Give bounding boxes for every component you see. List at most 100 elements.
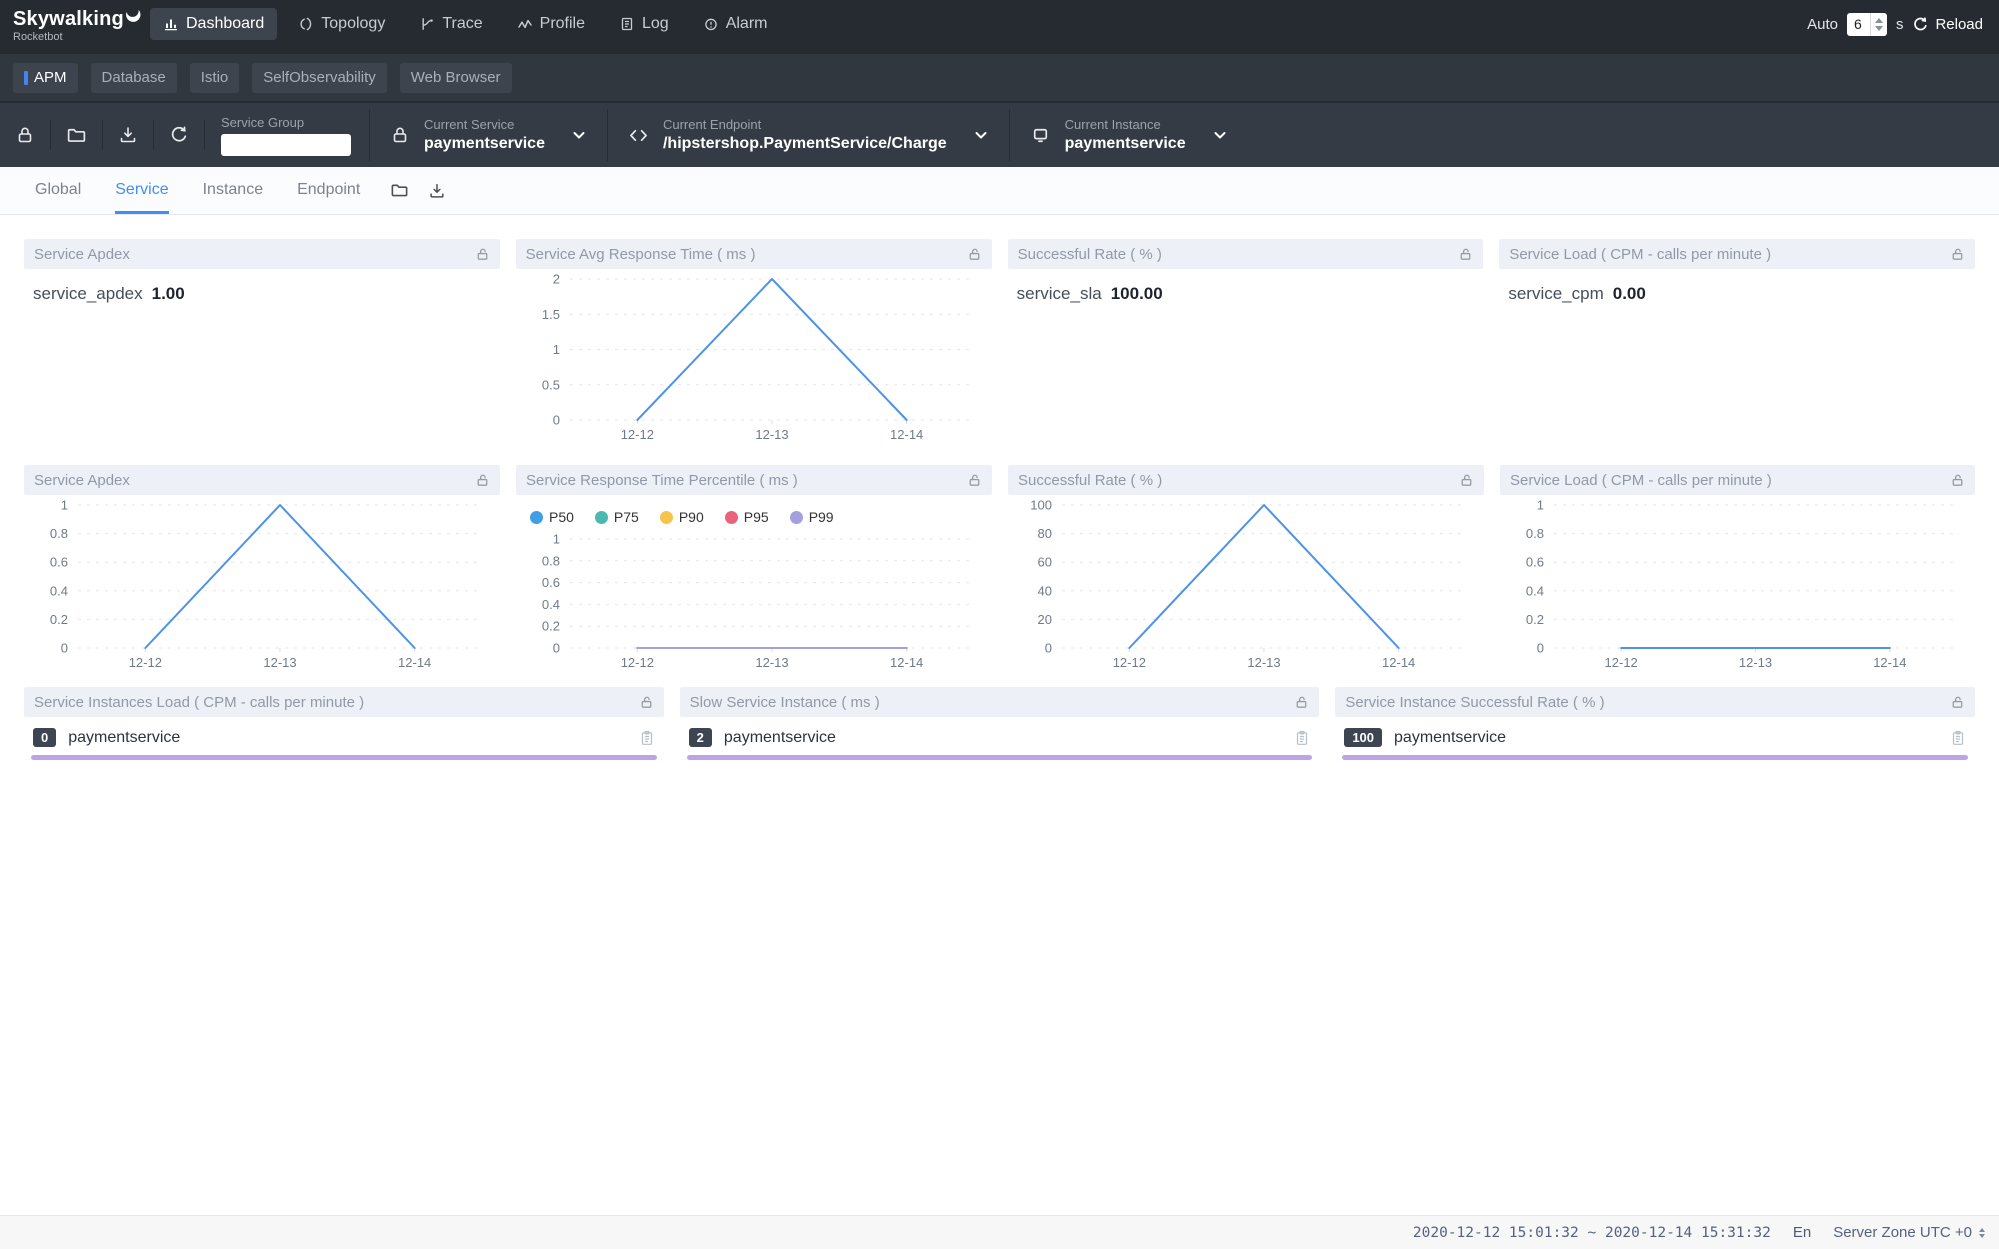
group-tab-selfobservability[interactable]: SelfObservability <box>252 63 387 93</box>
lock-icon[interactable] <box>475 473 490 488</box>
percentile-legend: P50 P75 P90 P95 P99 <box>516 495 992 529</box>
lock-icon[interactable] <box>639 695 654 710</box>
lock-icon <box>15 125 35 145</box>
card-service-load-chart: Service Load ( CPM - calls per minute ) … <box>1500 465 1975 675</box>
nav-item-topology[interactable]: Topology <box>285 8 398 40</box>
metrics-row-2: Service Apdex 10.80.60.40.2012-1212-1312… <box>24 465 1975 675</box>
brand-logo[interactable]: Skywalking Rocketbot <box>0 0 150 43</box>
server-zone-spinner[interactable] <box>1979 1228 1985 1238</box>
copy-icon[interactable] <box>639 730 655 746</box>
tab-instance[interactable]: Instance <box>203 167 263 214</box>
value-badge: 2 <box>689 728 712 747</box>
metrics-row-1: Service Apdex service_apdex1.00 Service … <box>24 239 1975 447</box>
legend-dot <box>595 511 608 524</box>
lock-icon[interactable] <box>475 247 490 262</box>
group-tab-apm[interactable]: APM <box>13 63 78 93</box>
lock-edit-button[interactable] <box>0 103 50 167</box>
card-service-apdex-value: Service Apdex service_apdex1.00 <box>24 239 500 447</box>
chevron-down-icon[interactable] <box>1212 127 1228 143</box>
chevron-down-icon[interactable] <box>973 127 989 143</box>
line-chart-avg-response-time: 21.510.5012-1212-1312-14 <box>516 269 992 447</box>
svg-text:2: 2 <box>552 272 559 287</box>
card-title: Service Instances Load ( CPM - calls per… <box>34 694 364 711</box>
card-instance-successful-rate: Service Instance Successful Rate ( % ) 1… <box>1335 687 1975 760</box>
svg-text:1: 1 <box>553 532 560 547</box>
instance-list-item[interactable]: 100 paymentservice <box>1335 717 1975 755</box>
folder-icon <box>66 125 87 146</box>
lock-icon[interactable] <box>1294 695 1309 710</box>
tab-endpoint[interactable]: Endpoint <box>297 167 360 214</box>
nav-item-dashboard[interactable]: Dashboard <box>150 8 277 40</box>
legend-dot <box>660 511 673 524</box>
lock-icon[interactable] <box>1459 473 1474 488</box>
nav-item-profile[interactable]: Profile <box>504 8 598 40</box>
svg-text:1.5: 1.5 <box>542 307 560 322</box>
legend-item-p99[interactable]: P99 <box>790 509 834 525</box>
main-nav: Dashboard Topology Trace Profile Log Ala… <box>150 0 780 48</box>
refresh-templates-button[interactable] <box>154 103 204 167</box>
top-navbar: Skywalking Rocketbot Dashboard Topology … <box>0 0 1999 54</box>
instance-value-bar <box>1342 755 1968 760</box>
lock-icon[interactable] <box>967 247 982 262</box>
language-switcher[interactable]: En <box>1793 1224 1811 1241</box>
svg-text:12-14: 12-14 <box>890 655 923 670</box>
chevron-down-icon[interactable] <box>571 127 587 143</box>
time-range-picker[interactable]: 2020-12-12 15:01:32 ~ 2020-12-14 15:31:3… <box>1413 1225 1771 1241</box>
service-group-block: Service Group <box>205 115 369 156</box>
svg-text:0.2: 0.2 <box>542 619 560 634</box>
card-title: Service Instance Successful Rate ( % ) <box>1345 694 1604 711</box>
group-tab-database[interactable]: Database <box>91 63 177 93</box>
group-tab-web-browser[interactable]: Web Browser <box>400 63 512 93</box>
lock-icon[interactable] <box>1950 695 1965 710</box>
legend-item-p75[interactable]: P75 <box>595 509 639 525</box>
copy-icon[interactable] <box>1294 730 1310 746</box>
service-group-input[interactable] <box>221 134 351 156</box>
reload-button[interactable]: Reload <box>1912 16 1983 33</box>
legend-item-p95[interactable]: P95 <box>725 509 769 525</box>
export-layout-button[interactable] <box>428 182 446 200</box>
nav-item-log[interactable]: Log <box>606 8 682 40</box>
instance-list-item[interactable]: 0 paymentservice <box>24 717 664 755</box>
card-instances-load: Service Instances Load ( CPM - calls per… <box>24 687 664 760</box>
lock-icon[interactable] <box>967 473 982 488</box>
dashboard-content: Service Apdex service_apdex1.00 Service … <box>0 215 1999 1215</box>
current-instance-selector[interactable]: Current Instance paymentservice <box>1010 103 1248 167</box>
lock-icon[interactable] <box>1458 247 1473 262</box>
svg-text:12-14: 12-14 <box>1873 655 1906 670</box>
copy-icon[interactable] <box>1950 730 1966 746</box>
laptop-icon <box>1030 125 1051 146</box>
metric-value: 100.00 <box>1111 284 1163 303</box>
service-group-label: Service Group <box>221 115 351 130</box>
svg-text:0.4: 0.4 <box>1526 583 1544 598</box>
nav-item-alarm[interactable]: Alarm <box>690 8 781 40</box>
svg-text:0.8: 0.8 <box>1526 526 1544 541</box>
svg-text:1: 1 <box>61 498 68 513</box>
svg-text:0.4: 0.4 <box>50 583 68 598</box>
legend-item-p50[interactable]: P50 <box>530 509 574 525</box>
current-endpoint-selector[interactable]: Current Endpoint /hipstershop.PaymentSer… <box>608 103 1009 167</box>
svg-text:12-12: 12-12 <box>1605 655 1638 670</box>
export-template-button[interactable] <box>103 103 153 167</box>
card-title: Service Load ( CPM - calls per minute ) <box>1509 246 1771 263</box>
instance-list-item[interactable]: 2 paymentservice <box>680 717 1320 755</box>
server-zone-control[interactable]: Server Zone UTC +0 <box>1833 1224 1985 1241</box>
svg-text:12-12: 12-12 <box>620 427 653 442</box>
lock-icon[interactable] <box>1950 473 1965 488</box>
log-icon <box>619 16 635 32</box>
auto-reload-controls: Auto 6 s Reload <box>1807 0 1983 48</box>
legend-item-p90[interactable]: P90 <box>660 509 704 525</box>
auto-interval-spinner[interactable] <box>1870 13 1887 36</box>
import-template-button[interactable] <box>51 103 102 167</box>
auto-interval-input[interactable]: 6 <box>1847 13 1887 36</box>
nav-item-trace[interactable]: Trace <box>406 8 495 40</box>
svg-text:12-14: 12-14 <box>398 655 431 670</box>
tab-service[interactable]: Service <box>115 167 168 214</box>
import-layout-button[interactable] <box>390 181 409 200</box>
tab-global[interactable]: Global <box>35 167 81 214</box>
current-service-selector[interactable]: Current Service paymentservice <box>370 103 607 167</box>
lock-icon[interactable] <box>1950 247 1965 262</box>
svg-text:1: 1 <box>552 342 559 357</box>
card-response-time-percentile: Service Response Time Percentile ( ms ) … <box>516 465 992 675</box>
refresh-icon <box>169 125 189 145</box>
group-tab-istio[interactable]: Istio <box>190 63 240 93</box>
